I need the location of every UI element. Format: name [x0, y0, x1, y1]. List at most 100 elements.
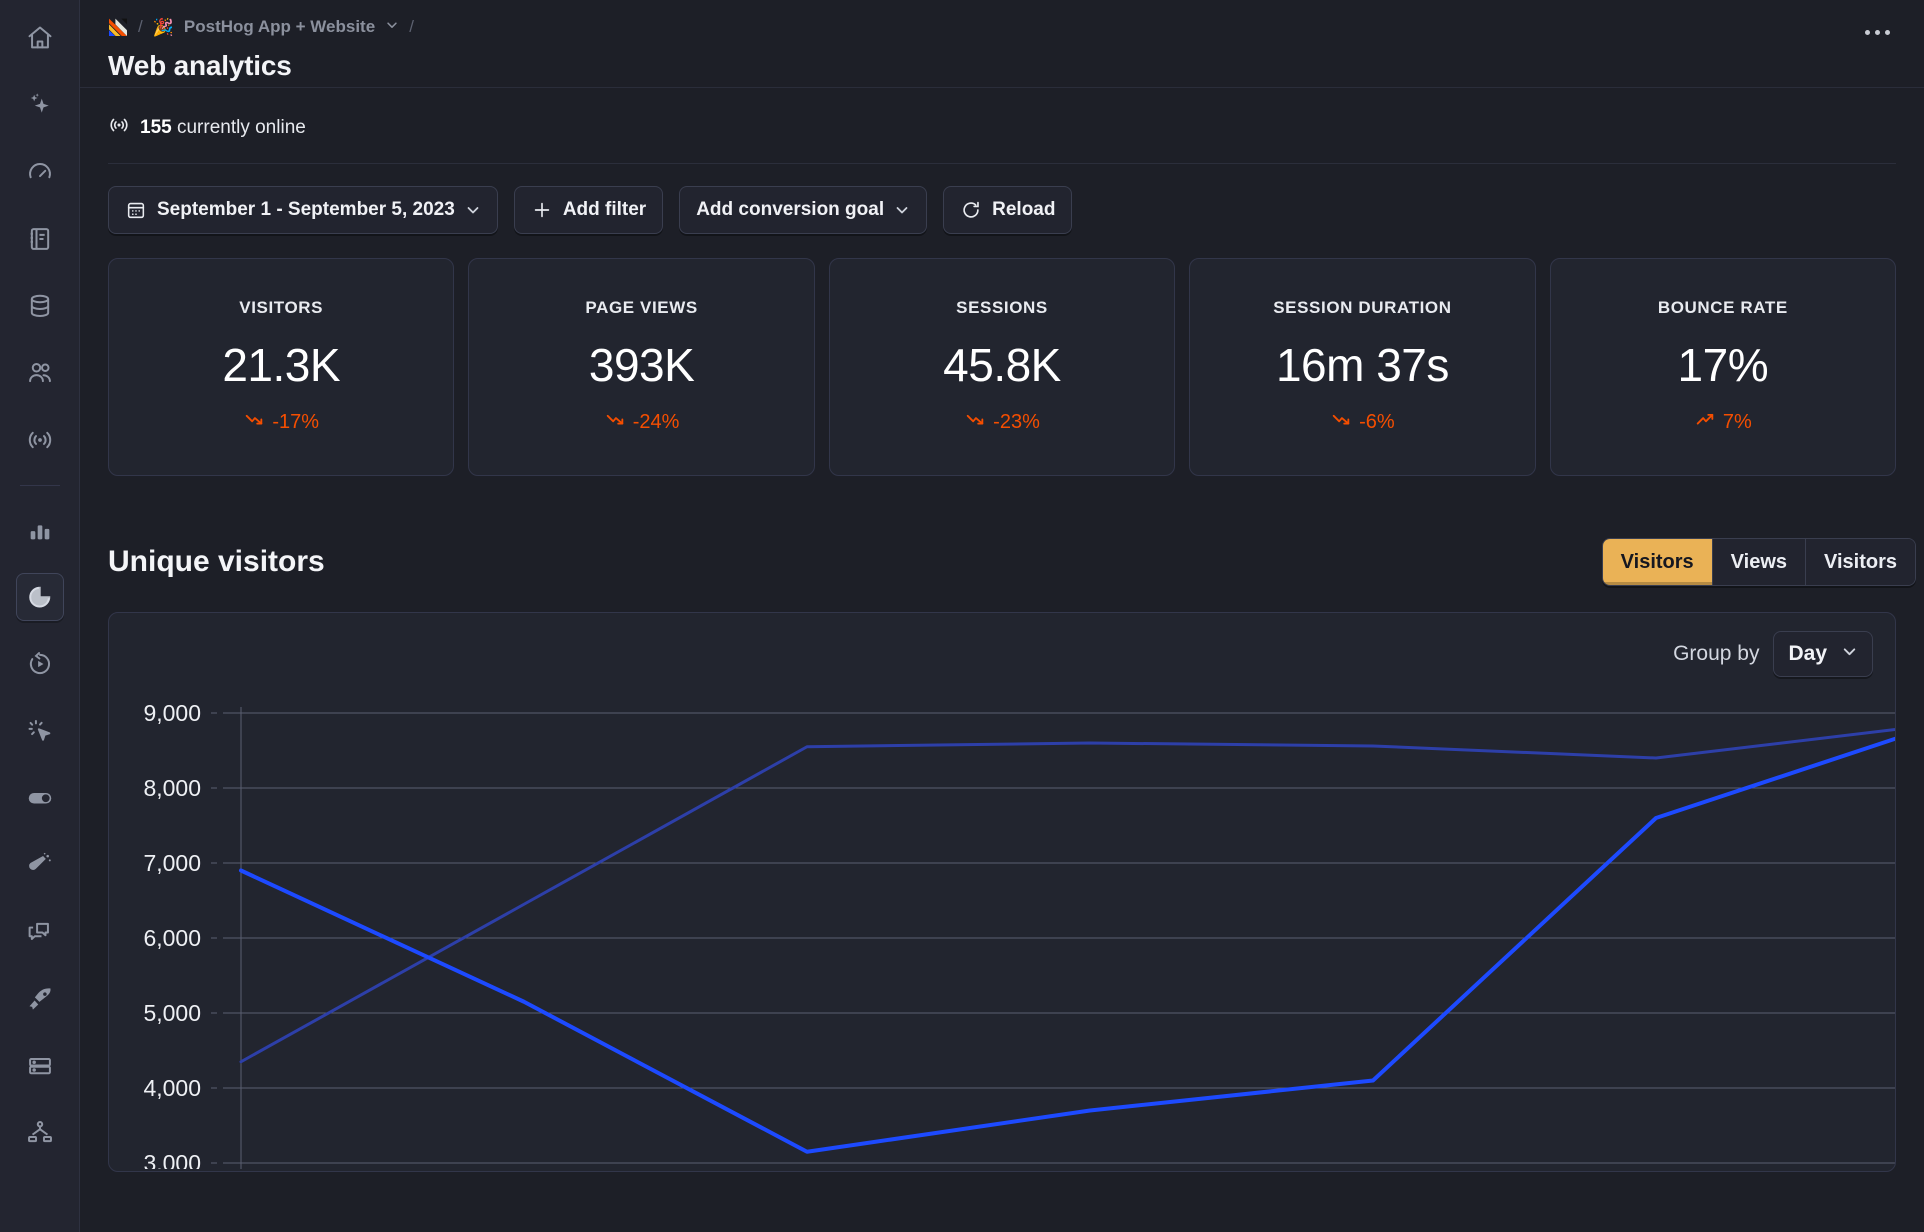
stat-label: VISITORS	[239, 298, 324, 317]
stat-delta: 7%	[1694, 408, 1752, 436]
sidebar-item-session-replay[interactable]	[16, 640, 64, 688]
stat-label: SESSION DURATION	[1273, 298, 1452, 317]
sidebar-item-product-analytics[interactable]	[16, 506, 64, 554]
sidebar-item-activity[interactable]	[16, 416, 64, 464]
stat-delta-value: 7%	[1722, 410, 1752, 433]
stat-value: 21.3K	[222, 339, 341, 391]
chart-title: Unique visitors	[108, 545, 325, 578]
add-conversion-goal-button[interactable]: Add conversion goal	[679, 186, 928, 234]
stat-value: 393K	[588, 339, 695, 391]
filter-toolbar: September 1 - September 5, 2023 Add filt…	[108, 164, 1896, 252]
breadcrumb-separator: /	[138, 17, 143, 36]
stat-tile-page-views[interactable]: PAGE VIEWS 393K -24%	[468, 258, 815, 476]
database-icon	[30, 294, 49, 318]
trend-down-icon	[964, 408, 986, 436]
y-axis-tick-label: 7,000	[143, 850, 201, 876]
stat-delta: -17%	[243, 408, 319, 436]
chevron-down-icon[interactable]	[385, 17, 399, 37]
topbar: / 🎉 PostHog App + Website / Web analytic…	[80, 0, 1924, 88]
group-by-label: Group by	[1673, 642, 1760, 665]
sidebar-item-experiments[interactable]	[16, 841, 64, 889]
ai-sparkles-icon	[30, 93, 49, 113]
line-chart[interactable]: 9,000 8,000 7,000 6,000 5,000 4,000 3,000	[109, 699, 1895, 1169]
sidebar-item-data-warehouse[interactable]	[16, 1109, 64, 1157]
sidebar-item-heatmaps[interactable]	[16, 707, 64, 755]
stat-value: 45.8K	[943, 339, 1061, 391]
people-icon	[28, 363, 51, 383]
chart-card: Group by Day 9,000 8,000 7,000 6,000 5,000 4,…	[108, 612, 1896, 1172]
session-replay-icon	[29, 652, 50, 675]
stat-tile-bounce-rate[interactable]: BOUNCE RATE 17% 7%	[1549, 258, 1897, 476]
page-title: Web analytics	[108, 50, 292, 81]
sidebar-item-feature-flags[interactable]	[16, 774, 64, 822]
add-filter-button[interactable]: Add filter	[513, 186, 664, 234]
breadcrumb-separator-trailing: /	[409, 17, 414, 36]
node-graph-icon	[27, 1121, 52, 1143]
y-axis-tick-label: 3,000	[143, 1150, 201, 1169]
dot	[1885, 30, 1890, 35]
y-axis-tick-label: 5,000	[143, 1000, 201, 1026]
date-range-label: September 1 - September 5, 2023	[157, 199, 455, 220]
reload-button[interactable]: Reload	[943, 186, 1073, 234]
stat-delta-value: -6%	[1359, 410, 1395, 433]
sidebar-item-web-analytics[interactable]	[15, 573, 64, 621]
currently-online-row: 155 currently online	[108, 88, 1896, 164]
y-axis-tick-label: 6,000	[143, 925, 201, 951]
currently-online-text: 155 currently online	[140, 117, 306, 139]
stat-value: 17%	[1677, 339, 1769, 391]
calendar-icon	[125, 199, 147, 221]
sidebar-item-data-pipelines[interactable]	[16, 1042, 64, 1090]
y-axis-tick-label: 8,000	[143, 775, 201, 801]
toggle-icon	[28, 793, 51, 804]
stat-tile-sessions[interactable]: SESSIONS 45.8K -23%	[828, 258, 1176, 476]
chevron-down-icon	[894, 202, 910, 218]
chevron-down-icon	[1841, 642, 1858, 666]
sidebar-item-surveys[interactable]	[16, 908, 64, 956]
stat-delta: -6%	[1330, 408, 1395, 436]
group-by-button[interactable]: Day	[1773, 631, 1873, 677]
chart-header: Unique visitors Visitors Views Visitors	[108, 538, 1916, 586]
series-line	[239, 727, 1895, 1064]
sidebar-item-dashboards[interactable]	[16, 148, 64, 196]
tab-visitors-secondary[interactable]: Visitors	[1806, 539, 1915, 585]
tab-views[interactable]: Views	[1712, 539, 1806, 585]
stat-delta: -23%	[964, 408, 1040, 436]
sidebar-item-data-management[interactable]	[16, 282, 64, 330]
online-count: 155	[140, 116, 172, 138]
cursor-sparkle-icon	[28, 719, 50, 741]
main-area: / 🎉 PostHog App + Website / Web analytic…	[80, 0, 1924, 1232]
sidebar-item-notebooks[interactable]	[16, 215, 64, 263]
y-axis-tick-label: 4,000	[143, 1075, 201, 1101]
online-label: currently online	[176, 116, 306, 138]
dot	[1875, 30, 1880, 35]
posthog-logo-icon[interactable]	[108, 17, 128, 37]
tab-visitors[interactable]: Visitors	[1602, 539, 1713, 585]
dot	[1865, 30, 1870, 35]
stat-tile-visitors[interactable]: VISITORS 21.3K -17%	[108, 258, 455, 476]
breadcrumb: / 🎉 PostHog App + Website /	[108, 14, 1896, 40]
speech-bubbles-icon	[28, 922, 49, 940]
dashboard-gauge-icon	[28, 163, 51, 179]
pie-chart-icon	[28, 586, 50, 608]
breadcrumb-project[interactable]: PostHog App + Website	[184, 17, 375, 37]
stat-label: PAGE VIEWS	[585, 298, 698, 317]
overflow-menu-button[interactable]	[1857, 22, 1898, 43]
stat-value: 16m 37s	[1275, 339, 1449, 391]
stat-tile-session-duration[interactable]: SESSION DURATION 16m 37s -6%	[1189, 258, 1536, 476]
rocket-icon	[29, 988, 51, 1010]
stat-delta-value: -17%	[272, 410, 320, 433]
sidebar-item-home[interactable]	[16, 14, 64, 62]
trend-up-icon	[1694, 408, 1716, 436]
stat-label: SESSIONS	[956, 298, 1048, 317]
trend-down-icon	[604, 408, 626, 436]
sidebar-item-ai[interactable]	[16, 81, 64, 129]
sidebar-item-people[interactable]	[16, 349, 64, 397]
add-conversion-goal-label: Add conversion goal	[696, 199, 885, 220]
sidebar-item-early-access[interactable]	[16, 975, 64, 1023]
group-by-control: Group by Day	[1673, 631, 1873, 677]
group-by-value: Day	[1788, 642, 1827, 665]
reload-label: Reload	[992, 199, 1056, 220]
add-filter-label: Add filter	[562, 199, 647, 220]
date-range-button[interactable]: September 1 - September 5, 2023	[108, 186, 498, 234]
flask-icon	[28, 852, 51, 870]
